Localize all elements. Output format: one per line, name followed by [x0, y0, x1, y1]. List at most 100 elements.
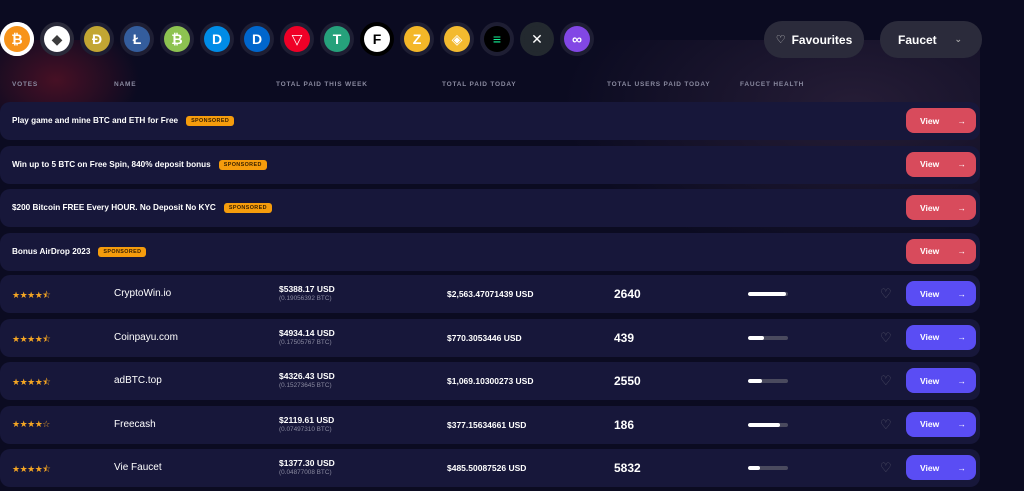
users-today: 5832: [614, 461, 641, 475]
week-btc: (0.19056392 BTC): [279, 295, 332, 302]
arrow-right-icon: →: [957, 202, 967, 213]
bitcoin-icon: ₿: [4, 26, 30, 52]
arrow-right-icon: →: [957, 462, 967, 473]
coin-filter-litecoin[interactable]: Ł: [120, 22, 154, 56]
sponsored-badge: SPONSORED: [218, 159, 267, 170]
faucet-row: ★★★★⯪ Coinpayu.com $4934.14 USD (0.17505767…: [0, 318, 980, 357]
arrow-right-icon: →: [957, 419, 967, 429]
sponsored-title-text: Win up to 5 BTC on Free Spin, 840% depos…: [12, 159, 211, 169]
dash-icon: D: [204, 26, 230, 52]
sponsored-row: $200 Bitcoin FREE Every HOUR. No Deposit…: [0, 189, 980, 227]
view-button[interactable]: View →: [906, 281, 976, 306]
dogecoin-icon: Ð: [84, 26, 110, 52]
sponsored-row: Bonus AirDrop 2023 SPONSORED View →: [0, 232, 980, 271]
view-button[interactable]: View →: [906, 195, 976, 220]
faucet-row: ★★★★⯪ adBTC.top $4326.43 USD (0.15273645 BT…: [0, 362, 980, 400]
week-btc: (0.15273645 BTC): [279, 382, 332, 389]
coin-filter-bitcoin-cash[interactable]: ₿: [160, 22, 194, 56]
rating-stars: ★★★★⯪: [12, 290, 51, 300]
faucet-row: ★★★★⯪ Vie Faucet $1377.30 USD (0.04877008 B…: [0, 449, 980, 487]
coin-filter-zcash[interactable]: Z: [400, 22, 434, 56]
favourite-heart-icon[interactable]: ♡: [880, 374, 894, 388]
arrow-right-icon: →: [957, 115, 967, 126]
sponsored-row: Play game and mine BTC and ETH for Free S…: [0, 102, 980, 140]
coin-filter-polygon[interactable]: ∞: [560, 22, 594, 56]
users-today: 439: [614, 330, 635, 345]
tron-icon: ▽: [284, 26, 310, 52]
header-total-week: TOTAL PAID THIS WEEK: [276, 81, 368, 88]
week-btc: (0.17505767 BTC): [279, 338, 332, 346]
sponsored-title: $200 Bitcoin FREE Every HOUR. No Deposit…: [12, 203, 272, 213]
total-today: $1,069.10300273 USD: [447, 376, 534, 386]
coin-filter-feyorra[interactable]: F: [360, 22, 394, 56]
faucet-name: Freecash: [114, 418, 156, 430]
sponsored-title: Play game and mine BTC and ETH for Free S…: [12, 116, 235, 126]
health-bar: [748, 466, 788, 470]
view-label: View: [920, 332, 940, 342]
total-today: $485.50087526 USD: [447, 463, 527, 473]
view-label: View: [920, 462, 940, 473]
heart-icon: ♡: [775, 34, 786, 46]
coin-filter-solana[interactable]: ≡: [480, 22, 514, 56]
coin-filter-binance[interactable]: ◈: [440, 22, 474, 56]
favourites-button[interactable]: ♡ Favourites: [764, 21, 864, 58]
total-week: $5388.17 USD (0.19056392 BTC): [279, 284, 335, 302]
week-btc: (0.04877008 BTC): [279, 469, 332, 476]
favourite-heart-icon[interactable]: ♡: [880, 461, 894, 475]
view-button[interactable]: View →: [906, 411, 976, 437]
coin-filter-bitcoin[interactable]: ₿: [0, 22, 34, 56]
tether-icon: T: [324, 26, 350, 52]
week-usd: $5388.17 USD: [279, 284, 335, 294]
view-label: View: [920, 375, 940, 386]
total-week: $4934.14 USD (0.17505767 BTC): [279, 328, 335, 346]
view-button[interactable]: View →: [906, 368, 976, 393]
digibyte-icon: D: [244, 26, 270, 52]
polygon-icon: ∞: [564, 26, 590, 52]
table-header: VOTES NAME TOTAL PAID THIS WEEK TOTAL PA…: [0, 81, 1000, 91]
users-today: 2550: [614, 374, 641, 388]
total-week: $1377.30 USD (0.04877008 BTC): [279, 458, 335, 476]
health-bar: [748, 292, 788, 296]
sponsored-title: Win up to 5 BTC on Free Spin, 840% depos…: [12, 159, 267, 170]
total-week: $2119.61 USD (0.07497310 BTC): [279, 415, 334, 433]
coin-filter-tron[interactable]: ▽: [280, 22, 314, 56]
health-bar-fill: [748, 335, 764, 340]
sponsored-row: Win up to 5 BTC on Free Spin, 840% depos…: [0, 145, 980, 184]
users-today: 186: [614, 417, 635, 432]
litecoin-icon: Ł: [124, 26, 150, 52]
faucet-name: adBTC.top: [114, 375, 162, 386]
ethereum-icon: ◆: [44, 26, 70, 52]
coin-filter-dogecoin[interactable]: Ð: [80, 22, 114, 56]
health-bar-fill: [748, 379, 762, 383]
favourite-heart-icon[interactable]: ♡: [880, 330, 894, 345]
week-usd: $4326.43 USD: [279, 371, 335, 381]
coin-filter-dash[interactable]: D: [200, 22, 234, 56]
view-label: View: [920, 246, 940, 256]
view-button[interactable]: View →: [906, 324, 976, 350]
faucet-name: Vie Faucet: [114, 462, 162, 473]
week-usd: $2119.61 USD: [279, 414, 335, 425]
arrow-right-icon: →: [957, 375, 967, 386]
sponsored-title: Bonus AirDrop 2023 SPONSORED: [12, 246, 147, 257]
faucet-dropdown[interactable]: Faucet ⌄: [880, 21, 982, 58]
health-bar-fill: [748, 292, 786, 296]
sponsored-title-text: $200 Bitcoin FREE Every HOUR. No Deposit…: [12, 203, 216, 213]
view-button[interactable]: View →: [906, 108, 976, 133]
view-button[interactable]: View →: [906, 455, 976, 480]
total-week: $4326.43 USD (0.15273645 BTC): [279, 371, 335, 389]
coin-filter-ethereum[interactable]: ◆: [40, 22, 74, 56]
health-bar: [748, 379, 788, 383]
faucet-row: ★★★★⯪ CryptoWin.io $5388.17 USD (0.19056392…: [0, 275, 980, 313]
coin-filter-tether[interactable]: T: [320, 22, 354, 56]
view-label: View: [920, 159, 940, 169]
zcash-icon: Z: [404, 26, 430, 52]
rating-stars: ★★★★⯪: [12, 333, 51, 344]
view-button[interactable]: View →: [906, 238, 976, 264]
view-button[interactable]: View →: [906, 151, 976, 177]
coin-filter-xrp[interactable]: ✕: [520, 22, 554, 56]
coin-filter-digibyte[interactable]: D: [240, 22, 274, 56]
favourite-heart-icon[interactable]: ♡: [880, 417, 894, 432]
favourite-heart-icon[interactable]: ♡: [880, 287, 894, 301]
health-bar-fill: [748, 466, 760, 470]
sponsored-badge: SPONSORED: [98, 246, 147, 257]
